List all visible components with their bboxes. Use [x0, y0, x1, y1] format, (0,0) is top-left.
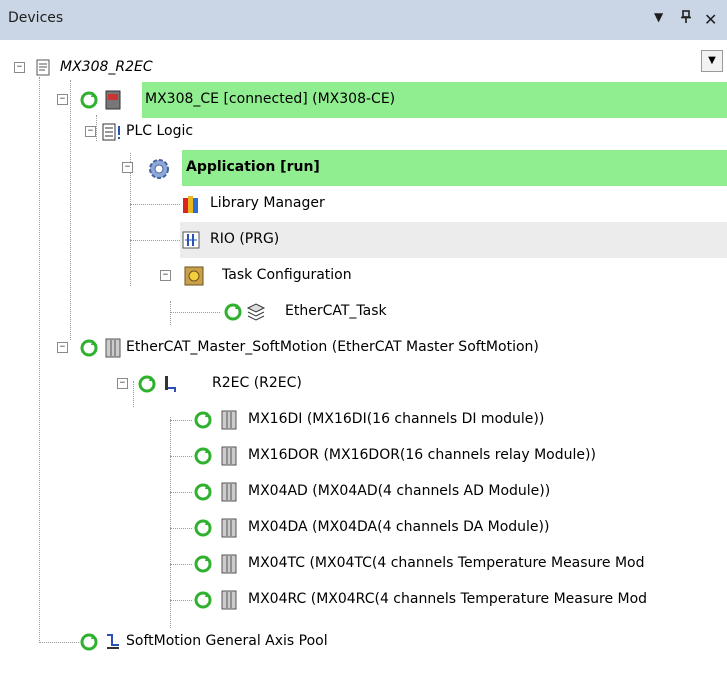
module-icon [220, 554, 238, 574]
tree-node-ethercat-master[interactable]: − EtherCAT_Master_SoftMotion (EtherCAT M… [0, 330, 727, 366]
collapse-icon[interactable]: − [57, 94, 68, 105]
collapse-icon[interactable]: − [85, 126, 96, 137]
module-label: MX04DA (MX04DA(4 channels DA Module)) [248, 519, 550, 535]
device-label: MX308_CE [connected] (MX308-CE) [145, 91, 396, 107]
tree-node-module[interactable]: MX16DOR (MX16DOR(16 channels relay Modul… [0, 438, 727, 474]
close-icon[interactable]: ✕ [704, 10, 717, 29]
axis-pool-label: SoftMotion General Axis Pool [126, 633, 328, 649]
tree-node-task-config[interactable]: − Task Configuration [0, 258, 727, 294]
collapse-icon[interactable]: − [122, 162, 133, 173]
panel-title: Devices [8, 10, 64, 26]
refresh-status-icon [138, 375, 156, 393]
collapse-icon[interactable]: − [160, 270, 171, 281]
r2ec-label: R2EC (R2EC) [212, 375, 302, 391]
module-icon [220, 410, 238, 430]
module-label: MX16DI (MX16DI(16 channels DI module)) [248, 411, 545, 427]
module-label: MX04RC (MX04RC(4 channels Temperature Me… [248, 591, 648, 607]
gear-icon [148, 158, 170, 180]
ethercat-master-label: EtherCAT_Master_SoftMotion (EtherCAT Mas… [126, 339, 539, 355]
refresh-status-icon [80, 339, 98, 357]
module-icon [220, 446, 238, 466]
collapse-icon[interactable]: − [117, 378, 128, 389]
task-config-icon [184, 266, 204, 286]
module-label: MX04AD (MX04AD(4 channels AD Module)) [248, 483, 551, 499]
panel-menu-icon[interactable]: ▼ [654, 10, 663, 24]
tree-node-application[interactable]: − Application [run] [0, 150, 727, 186]
plc-logic-icon [102, 123, 120, 141]
module-label: MX04TC (MX04TC(4 channels Temperature Me… [248, 555, 645, 571]
device-tree: − MX308_R2EC − MX308_CE [connected] (MX3… [0, 44, 727, 682]
tree-line [170, 564, 192, 565]
refresh-status-icon [80, 91, 98, 109]
rio-label: RIO (PRG) [210, 231, 280, 247]
module-label: MX16DOR (MX16DOR(16 channels relay Modul… [248, 447, 596, 463]
tree-node-library-manager[interactable]: Library Manager [0, 186, 727, 222]
task-icon [246, 302, 266, 321]
task-config-label: Task Configuration [222, 267, 352, 283]
pin-icon[interactable] [680, 10, 692, 28]
tree-line [130, 204, 180, 205]
library-manager-label: Library Manager [210, 195, 325, 211]
tree-line [170, 600, 192, 601]
refresh-status-icon [194, 447, 212, 465]
tree-line [39, 642, 79, 643]
refresh-status-icon [194, 591, 212, 609]
module-icon [220, 482, 238, 502]
tree-line [130, 240, 180, 241]
tree-line [170, 420, 192, 421]
pou-icon [182, 231, 200, 249]
application-label: Application [run] [186, 159, 320, 175]
plc-logic-label: PLC Logic [126, 123, 194, 139]
tree-line [170, 312, 220, 313]
tree-node-module[interactable]: MX04AD (MX04AD(4 channels AD Module)) [0, 474, 727, 510]
refresh-status-icon [80, 633, 98, 651]
module-icon [220, 590, 238, 610]
tree-node-module[interactable]: MX04RC (MX04RC(4 channels Temperature Me… [0, 582, 727, 618]
refresh-status-icon [194, 411, 212, 429]
module-icon [220, 518, 238, 538]
plc-device-icon [104, 90, 122, 110]
tree-node-r2ec[interactable]: − R2EC (R2EC) [0, 366, 727, 402]
ethercat-task-label: EtherCAT_Task [285, 303, 387, 319]
tree-node-project[interactable]: − MX308_R2EC [0, 50, 727, 86]
module-icon [104, 338, 122, 358]
tree-node-rio[interactable]: RIO (PRG) [0, 222, 727, 258]
tree-line [170, 528, 192, 529]
collapse-icon[interactable]: − [57, 342, 68, 353]
tree-node-plc-logic[interactable]: − PLC Logic [0, 114, 727, 150]
tree-line [170, 456, 192, 457]
refresh-status-icon [194, 519, 212, 537]
tree-line [170, 492, 192, 493]
refresh-status-icon [194, 555, 212, 573]
library-icon [182, 194, 200, 213]
coupler-icon [162, 374, 180, 392]
tree-node-device[interactable]: − MX308_CE [connected] (MX308-CE) [0, 82, 727, 118]
document-icon [34, 59, 52, 77]
tree-node-axis-pool[interactable]: SoftMotion General Axis Pool [0, 624, 727, 660]
refresh-status-icon [194, 483, 212, 501]
collapse-icon[interactable]: − [14, 62, 25, 73]
tree-node-ethercat-task[interactable]: EtherCAT_Task [0, 294, 727, 330]
axis-pool-icon [104, 632, 122, 650]
devices-panel-header: Devices ▼ ✕ [0, 0, 727, 40]
tree-node-module[interactable]: MX04DA (MX04DA(4 channels DA Module)) [0, 510, 727, 546]
tree-node-module[interactable]: MX04TC (MX04TC(4 channels Temperature Me… [0, 546, 727, 582]
refresh-status-icon [224, 303, 242, 321]
project-label: MX308_R2EC [60, 59, 153, 75]
tree-node-module[interactable]: MX16DI (MX16DI(16 channels DI module)) [0, 402, 727, 438]
